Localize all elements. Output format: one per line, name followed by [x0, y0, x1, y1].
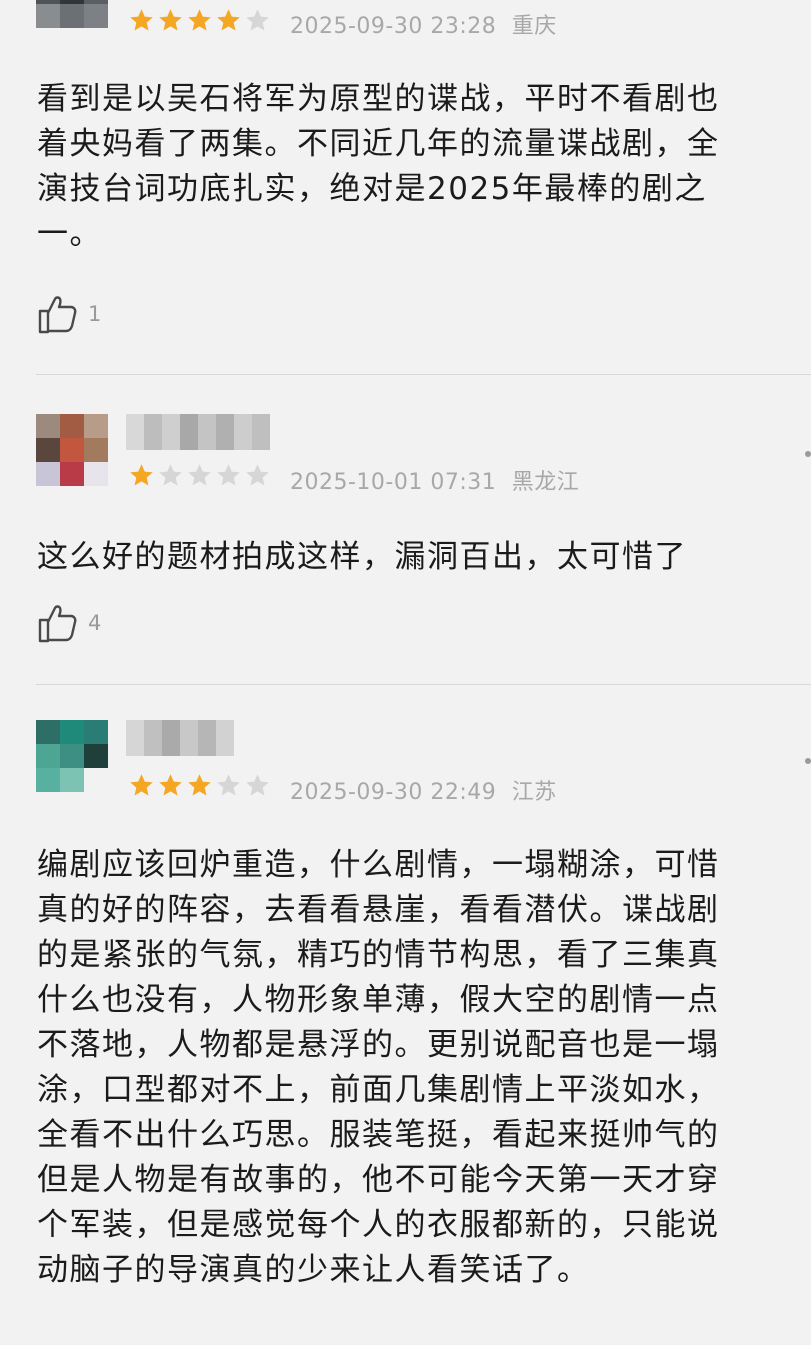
review-date: 2025-09-30 23:28	[290, 14, 497, 39]
username-blurred[interactable]	[126, 414, 270, 450]
review-date: 2025-10-01 07:31	[290, 470, 497, 495]
like-count: 4	[88, 611, 102, 635]
star-empty-icon	[246, 774, 269, 796]
like-button[interactable]: 1	[36, 292, 101, 336]
star-empty-icon	[159, 464, 182, 486]
star-filled-icon	[130, 9, 153, 31]
rating-stars	[128, 7, 271, 34]
thumbs-up-icon	[38, 296, 77, 334]
review-meta: 2025-09-30 22:49 江苏	[290, 774, 557, 806]
more-dots-icon[interactable]	[805, 451, 811, 457]
rating-stars	[128, 462, 271, 489]
avatar[interactable]	[36, 414, 108, 486]
review-text-line: 这么好的题材拍成这样，漏洞百出，太可惜了	[37, 539, 687, 575]
divider	[36, 684, 811, 685]
review-text-line: 全看不出什么巧思。服装笔挺，看起来挺帅气的	[37, 1117, 720, 1153]
review-text-line: 演技台词功底扎实，绝对是2025年最棒的剧之	[37, 171, 707, 207]
thumbs-up-icon	[38, 605, 77, 643]
star-filled-icon	[130, 774, 153, 796]
star-empty-icon	[246, 9, 269, 31]
review-text-line: 涂，口型都对不上，前面几集剧情上平淡如水，	[37, 1072, 720, 1108]
star-empty-icon	[217, 774, 240, 796]
star-filled-icon	[217, 9, 240, 31]
review-text-line: 但是人物是有故事的，他不可能今天第一天才穿	[37, 1162, 720, 1198]
review-text: 编剧应该回炉重造，什么剧情，一塌糊涂，可惜 真的好的阵容，去看看悬崖，看看潜伏。…	[37, 843, 797, 1293]
review-text-line: 编剧应该回炉重造，什么剧情，一塌糊涂，可惜	[37, 847, 720, 883]
review-region: 江苏	[511, 780, 557, 805]
review-text-line: 一。	[37, 216, 102, 252]
review-text-line: 看到是以吴石将军为原型的谍战，平时不看剧也	[37, 81, 720, 117]
username-blurred[interactable]	[126, 720, 234, 756]
star-filled-icon	[159, 9, 182, 31]
avatar[interactable]	[36, 0, 108, 28]
more-dots-icon[interactable]	[805, 758, 811, 764]
divider	[36, 374, 811, 375]
review-text-line: 的是紧张的气氛，精巧的情节构思，看了三集真	[37, 937, 720, 973]
review-region: 黑龙江	[511, 470, 580, 495]
review-text: 这么好的题材拍成这样，漏洞百出，太可惜了	[37, 535, 797, 580]
avatar[interactable]	[36, 720, 108, 792]
review-text-line: 动脑子的导演真的少来让人看笑话了。	[37, 1252, 590, 1288]
review-text-line: 什么也没有，人物形象单薄，假大空的剧情一点	[37, 982, 720, 1018]
star-filled-icon	[159, 774, 182, 796]
star-filled-icon	[130, 464, 153, 486]
like-button[interactable]: 4	[36, 601, 101, 645]
review-date: 2025-09-30 22:49	[290, 780, 497, 805]
review-text: 看到是以吴石将军为原型的谍战，平时不看剧也 着央妈看了两集。不同近几年的流量谍战…	[37, 77, 797, 257]
review-text-line: 不落地，人物都是悬浮的。更别说配音也是一塌	[37, 1027, 720, 1063]
star-empty-icon	[217, 464, 240, 486]
like-count: 1	[88, 302, 102, 326]
review-region: 重庆	[511, 14, 557, 39]
review-text-line: 着央妈看了两集。不同近几年的流量谍战剧，全	[37, 126, 720, 162]
rating-stars	[128, 772, 271, 799]
star-filled-icon	[188, 9, 211, 31]
star-empty-icon	[246, 464, 269, 486]
review-text-line: 真的好的阵容，去看看悬崖，看看潜伏。谍战剧	[37, 892, 720, 928]
review-text-line: 个军装，但是感觉每个人的衣服都新的，只能说	[37, 1207, 720, 1243]
review-meta: 2025-10-01 07:31 黑龙江	[290, 464, 579, 496]
star-empty-icon	[188, 464, 211, 486]
review-meta: 2025-09-30 23:28 重庆	[290, 8, 557, 40]
star-filled-icon	[188, 774, 211, 796]
